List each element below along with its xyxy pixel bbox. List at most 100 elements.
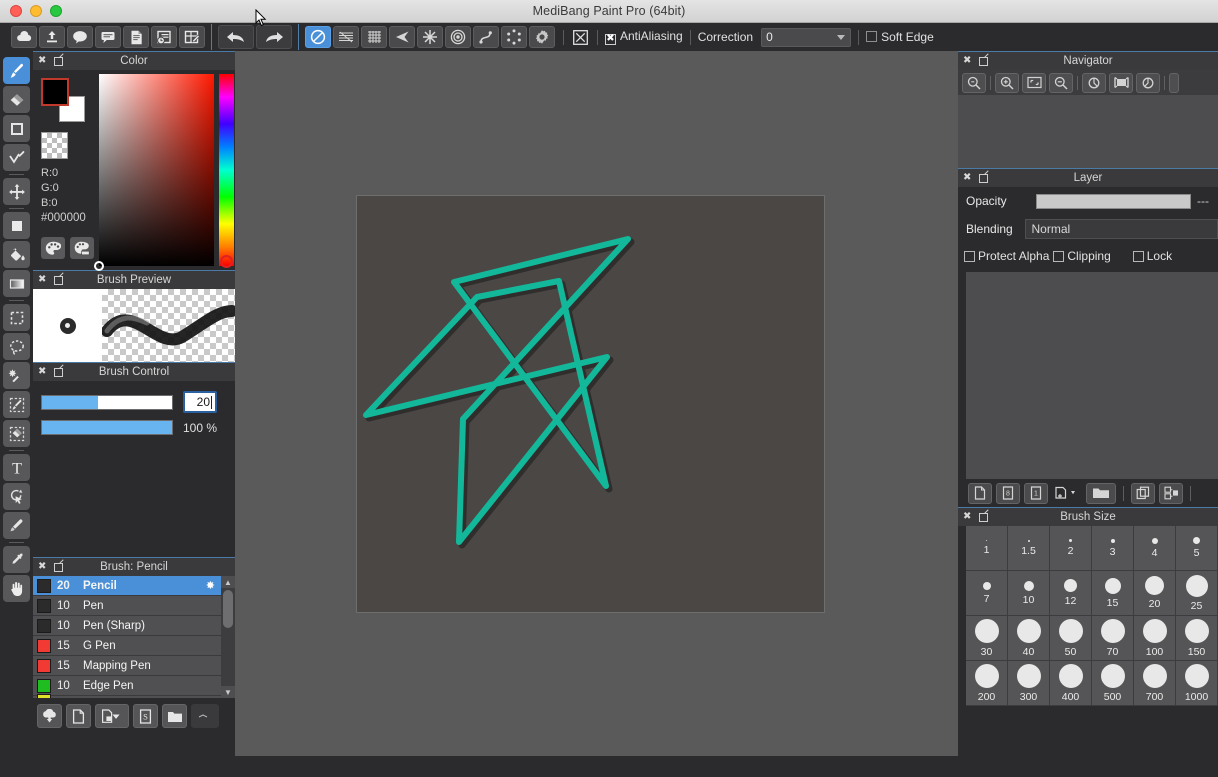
select-eraser-tool[interactable] <box>3 420 30 447</box>
brush-size-cell[interactable]: 5 <box>1176 526 1218 571</box>
brush-size-cell[interactable]: 1000 <box>1176 661 1218 706</box>
hand-tool[interactable] <box>3 575 30 602</box>
new-folder-icon[interactable] <box>1086 482 1116 504</box>
eyedropper-tool[interactable] <box>3 546 30 573</box>
hue-slider[interactable] <box>219 74 234 268</box>
brush-size-cell[interactable]: 1 <box>966 526 1008 571</box>
brush-opacity-slider[interactable] <box>41 420 173 435</box>
brush-size-cell[interactable]: 3 <box>1092 526 1134 571</box>
bucket-tool[interactable] <box>3 241 30 268</box>
popout-icon[interactable] <box>54 275 64 285</box>
close-icon[interactable]: ✖ <box>963 512 971 522</box>
new-brush-icon[interactable] <box>66 704 91 728</box>
rotate-right-icon[interactable] <box>1136 72 1160 93</box>
hilighter-tool[interactable] <box>3 512 30 539</box>
select-brush-tool[interactable] <box>3 391 30 418</box>
soft-edge-checkbox[interactable] <box>866 31 878 42</box>
brush-size-cell[interactable]: 20 <box>1134 571 1176 616</box>
list-item-partial[interactable] <box>33 694 221 698</box>
comment-balloon-icon[interactable] <box>67 26 93 48</box>
close-icon[interactable]: ✖ <box>963 173 971 183</box>
list-item[interactable]: 10 Pen (Sharp) <box>33 616 221 636</box>
text-tool[interactable]: T <box>3 454 30 481</box>
brush-size-cell[interactable]: 300 <box>1008 661 1050 706</box>
gear-icon[interactable] <box>529 26 555 48</box>
saturation-value-picker[interactable] <box>94 74 214 271</box>
brush-size-cell[interactable]: 700 <box>1134 661 1176 706</box>
zoom-in-icon[interactable] <box>995 72 1019 93</box>
scroll-down-icon[interactable]: ▼ <box>221 686 235 698</box>
hue-cursor[interactable] <box>220 255 233 268</box>
brush-size-cell[interactable]: 200 <box>966 661 1008 706</box>
brush-list-scrollbar[interactable]: ▲ ▼ <box>221 576 235 698</box>
clipping-checkbox[interactable]: Clipping <box>1053 249 1111 263</box>
duplicate-brush-icon[interactable] <box>95 704 129 728</box>
brush-size-cell[interactable]: 2 <box>1050 526 1092 571</box>
close-icon[interactable]: ✖ <box>38 56 46 66</box>
popout-icon[interactable] <box>979 512 989 522</box>
no-correction-icon[interactable] <box>305 26 331 48</box>
rotate-left-icon[interactable] <box>1082 72 1106 93</box>
gradient-tool[interactable] <box>3 270 30 297</box>
speech-bubble-icon[interactable] <box>95 26 121 48</box>
brush-size-cell[interactable]: 7 <box>966 571 1008 616</box>
flip-horizontal-icon[interactable] <box>1109 72 1133 93</box>
upload-icon[interactable] <box>39 26 65 48</box>
new-layer-icon[interactable] <box>968 482 992 504</box>
select-rect-tool[interactable] <box>3 304 30 331</box>
list-item[interactable]: 10 Edge Pen <box>33 676 221 696</box>
opacity-slider[interactable] <box>1036 193 1191 209</box>
brush-size-grid[interactable]: 1 1.5 2 3 4 5 7 10 12 15 20 25 30 40 50 70 100 150 200 300 4… <box>958 526 1218 706</box>
popout-icon[interactable] <box>54 367 64 377</box>
list-item[interactable]: 15 G Pen <box>33 636 221 656</box>
palette-edit-icon[interactable] <box>70 237 94 259</box>
blending-dropdown[interactable]: Normal <box>1024 219 1218 239</box>
layer-list[interactable] <box>966 272 1218 479</box>
brush-size-slider[interactable] <box>41 394 173 410</box>
fill-rect-tool[interactable] <box>3 212 30 239</box>
brush-size-cell[interactable]: 10 <box>1008 571 1050 616</box>
undo-icon[interactable] <box>218 25 254 49</box>
brush-size-cell[interactable]: 1.5 <box>1008 526 1050 571</box>
shape-tool[interactable] <box>3 115 30 142</box>
zoom-actual-icon[interactable] <box>962 72 986 93</box>
fit-screen-icon[interactable] <box>1022 72 1046 93</box>
brush-size-cell[interactable]: 70 <box>1092 616 1134 661</box>
gear-icon[interactable]: ✸ <box>206 579 215 592</box>
brush-size-cell[interactable]: 30 <box>966 616 1008 661</box>
soft-edge-option[interactable]: Soft Edge <box>866 30 934 44</box>
concentric-circles-icon[interactable] <box>445 26 471 48</box>
popout-icon[interactable] <box>54 562 64 572</box>
grid-edit-icon[interactable] <box>179 26 205 48</box>
curve-icon[interactable] <box>473 26 499 48</box>
sv-cursor[interactable] <box>94 261 104 271</box>
canvas-area[interactable] <box>235 51 958 756</box>
download-brush-icon[interactable] <box>37 704 62 728</box>
add-layer-dropdown-icon[interactable] <box>1052 483 1082 504</box>
protect-alpha-checkbox[interactable]: Protect Alpha <box>964 249 1049 263</box>
radial-icon[interactable] <box>417 26 443 48</box>
brush-size-cell[interactable]: 4 <box>1134 526 1176 571</box>
close-icon[interactable]: ✖ <box>38 367 46 377</box>
grid-icon[interactable] <box>361 26 387 48</box>
parallel-lines-icon[interactable] <box>389 26 415 48</box>
list-item[interactable]: 20 Pencil ✸ <box>33 576 221 596</box>
navigator-preview[interactable] <box>958 95 1218 168</box>
scrollbar-thumb[interactable] <box>223 590 233 628</box>
brush-size-cell[interactable]: 40 <box>1008 616 1050 661</box>
list-item[interactable]: 15 Mapping Pen <box>33 656 221 676</box>
brush-tool[interactable] <box>3 57 30 84</box>
duplicate-layer-icon[interactable] <box>1131 482 1155 504</box>
antialiasing-option[interactable]: ✖ AntiAliasing <box>605 29 683 45</box>
polygon-icon[interactable] <box>501 26 527 48</box>
brush-size-cell[interactable]: 100 <box>1134 616 1176 661</box>
brush-size-cell[interactable]: 25 <box>1176 571 1218 616</box>
operation-tool[interactable] <box>3 483 30 510</box>
popout-icon[interactable] <box>979 56 989 66</box>
brush-size-cell[interactable]: 50 <box>1050 616 1092 661</box>
lasso-tool[interactable] <box>3 333 30 360</box>
magic-wand-tool[interactable] <box>3 362 30 389</box>
brush-size-cell[interactable]: 400 <box>1050 661 1092 706</box>
correction-dropdown[interactable]: 0 <box>761 27 852 47</box>
zoom-out-icon[interactable] <box>1049 72 1073 93</box>
